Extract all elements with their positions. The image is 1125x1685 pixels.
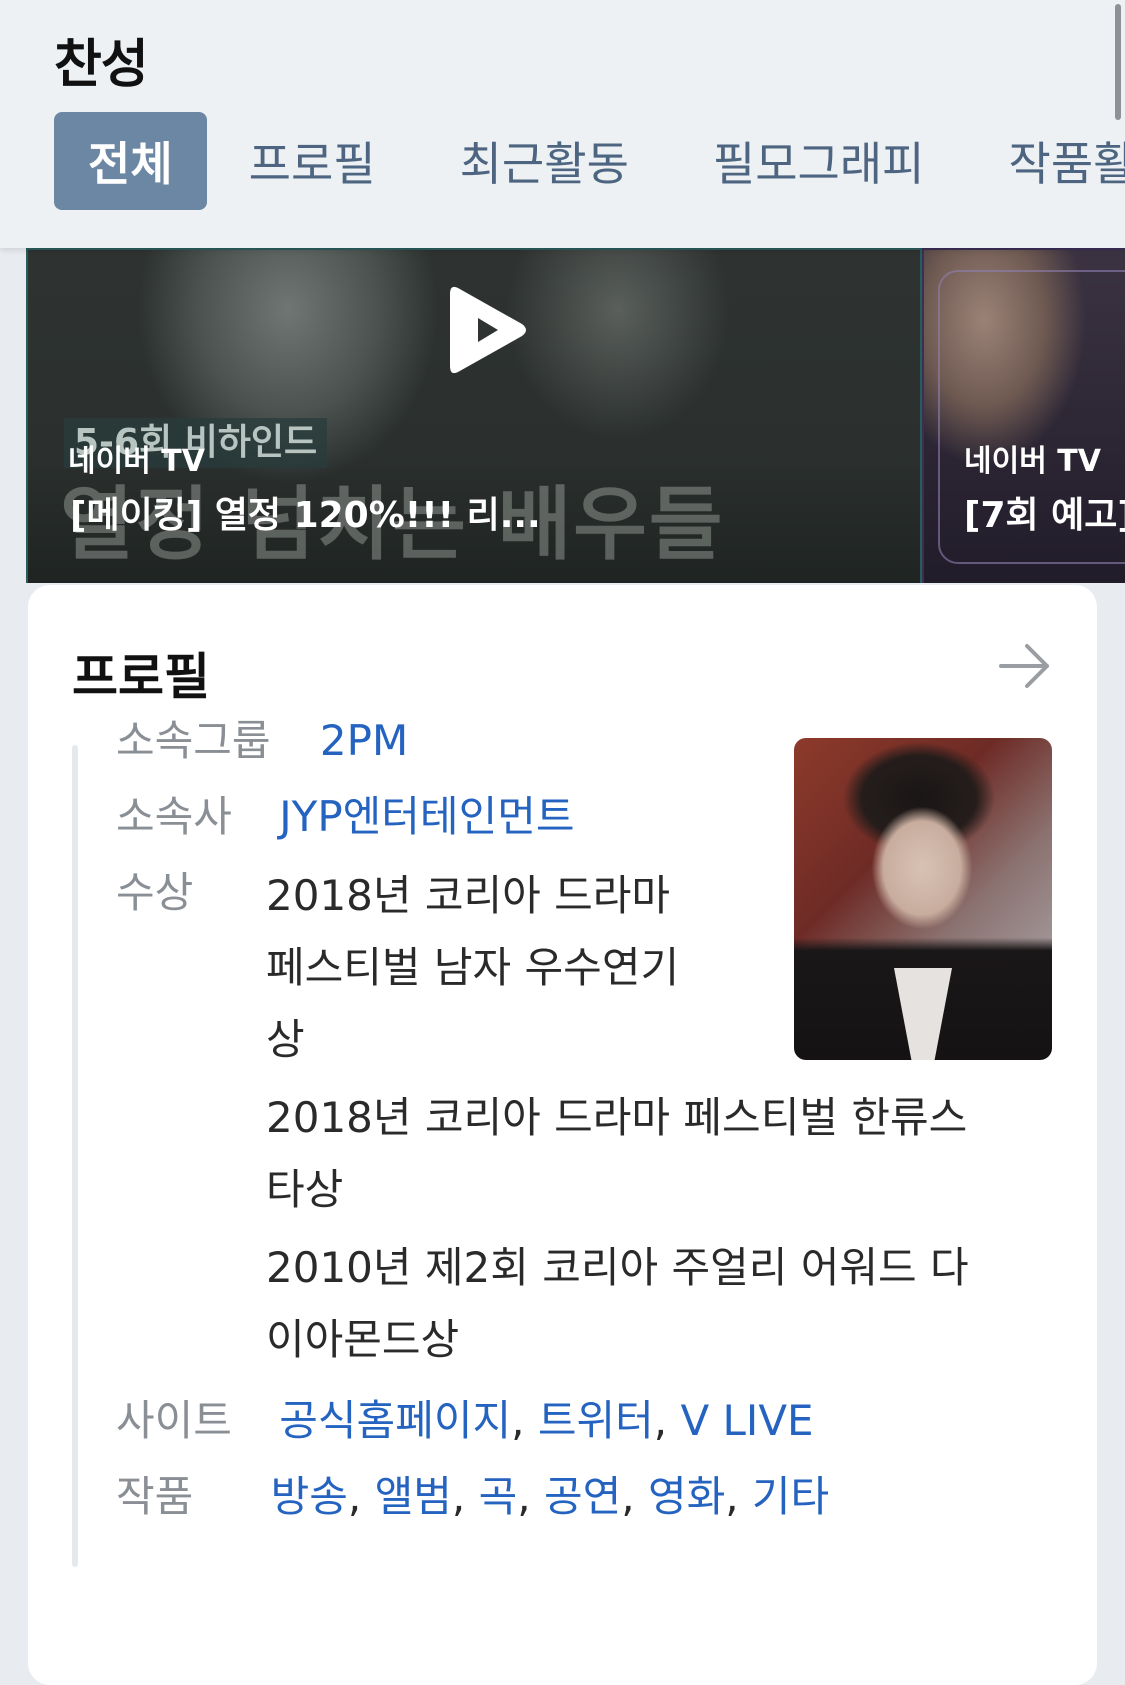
video-carousel[interactable]: 5-6회 비하인드 열정 넘치는 배우들 네이버 TV [메이킹] 열정 120… bbox=[0, 248, 1125, 583]
tab-label: 전체 bbox=[88, 128, 173, 194]
info-row-agency: 소속사 JYP엔터테인먼트 bbox=[116, 781, 575, 853]
scrollbar[interactable] bbox=[1115, 4, 1121, 120]
separator: , bbox=[725, 1472, 752, 1521]
info-label: 사이트 bbox=[116, 1385, 232, 1457]
award-text: 2010년 제2회 코리아 주얼리 어워드 다 bbox=[266, 1232, 969, 1304]
award-item: 2018년 코리아 드라마 페스티벌 남자 우수연기 상 bbox=[266, 860, 679, 1076]
video-source: 네이버 TV bbox=[964, 436, 1101, 480]
tab-label: 프로필 bbox=[207, 128, 418, 194]
tab-bar: 전체 프로필 최근활동 필모그래피 작품활 bbox=[54, 112, 1125, 210]
tab-label: 작품활 bbox=[967, 128, 1125, 194]
award-text: 2018년 코리아 드라마 페스티벌 한류스 bbox=[266, 1082, 967, 1154]
tab-filmography[interactable]: 필모그래피 bbox=[671, 128, 967, 194]
info-label: 소속그룹 bbox=[116, 705, 271, 777]
info-row-works: 작품 방송, 앨범, 곡, 공연, 영화, 기타 bbox=[116, 1461, 829, 1533]
award-item: 2010년 제2회 코리아 주얼리 어워드 다 이아몬드상 bbox=[266, 1232, 969, 1376]
separator: , bbox=[517, 1472, 544, 1521]
site-link-twitter[interactable]: 트위터 bbox=[538, 1396, 654, 1445]
award-text: 상 bbox=[266, 1004, 679, 1076]
header-bar: 찬성 전체 프로필 최근활동 필모그래피 작품활 bbox=[0, 0, 1125, 248]
award-text: 타상 bbox=[266, 1154, 967, 1226]
works-link-album[interactable]: 앨범 bbox=[375, 1472, 452, 1521]
info-label: 소속사 bbox=[116, 781, 232, 853]
site-link-vlive[interactable]: V LIVE bbox=[680, 1396, 813, 1445]
separator: , bbox=[511, 1396, 538, 1445]
works-link-movie[interactable]: 영화 bbox=[648, 1472, 725, 1521]
video-card[interactable]: 네이버 TV [7회 예고] bbox=[922, 248, 1125, 583]
video-source: 네이버 TV bbox=[68, 436, 205, 480]
info-label: 작품 bbox=[116, 1461, 193, 1533]
info-row-awards: 수상 bbox=[116, 857, 193, 929]
profile-card: 프로필 소속그룹 2PM 소속사 JYP엔터테인먼트 수상 2018년 코리아 … bbox=[28, 585, 1097, 1685]
group-link[interactable]: 2PM bbox=[320, 716, 408, 765]
tab-works[interactable]: 작품활 bbox=[967, 128, 1125, 194]
separator: , bbox=[654, 1396, 681, 1445]
works-link-performance[interactable]: 공연 bbox=[544, 1472, 621, 1521]
page-title: 찬성 bbox=[54, 22, 148, 97]
award-text: 페스티벌 남자 우수연기 bbox=[266, 932, 679, 1004]
works-link-broadcast[interactable]: 방송 bbox=[271, 1472, 348, 1521]
section-title[interactable]: 프로필 bbox=[72, 637, 210, 709]
video-title[interactable]: [7회 예고] bbox=[964, 486, 1125, 538]
play-icon[interactable] bbox=[438, 280, 538, 380]
site-link-official[interactable]: 공식홈페이지 bbox=[279, 1396, 511, 1445]
profile-photo[interactable] bbox=[794, 738, 1052, 1060]
tab-label: 필모그래피 bbox=[671, 128, 967, 194]
works-link-etc[interactable]: 기타 bbox=[752, 1472, 829, 1521]
award-item: 2018년 코리아 드라마 페스티벌 한류스 타상 bbox=[266, 1082, 967, 1226]
tab-all[interactable]: 전체 bbox=[54, 112, 207, 210]
info-row-site: 사이트 공식홈페이지, 트위터, V LIVE bbox=[116, 1385, 814, 1457]
info-row-group: 소속그룹 2PM bbox=[116, 705, 408, 777]
tab-profile[interactable]: 프로필 bbox=[207, 128, 418, 194]
separator: , bbox=[348, 1472, 375, 1521]
video-card[interactable]: 5-6회 비하인드 열정 넘치는 배우들 네이버 TV [메이킹] 열정 120… bbox=[26, 248, 922, 583]
video-title[interactable]: [메이킹] 열정 120%!!! 리... bbox=[70, 486, 890, 538]
info-label: 수상 bbox=[116, 857, 193, 929]
tab-recent-activity[interactable]: 최근활동 bbox=[418, 128, 671, 194]
tab-label: 최근활동 bbox=[418, 128, 671, 194]
agency-link[interactable]: JYP엔터테인먼트 bbox=[279, 792, 574, 841]
separator: , bbox=[621, 1472, 648, 1521]
award-text: 이아몬드상 bbox=[266, 1304, 969, 1376]
arrow-right-icon[interactable] bbox=[997, 641, 1053, 691]
divider bbox=[72, 745, 78, 1567]
separator: , bbox=[452, 1472, 479, 1521]
photo-detail bbox=[894, 968, 952, 1060]
works-link-song[interactable]: 곡 bbox=[479, 1472, 518, 1521]
award-text: 2018년 코리아 드라마 bbox=[266, 860, 679, 932]
